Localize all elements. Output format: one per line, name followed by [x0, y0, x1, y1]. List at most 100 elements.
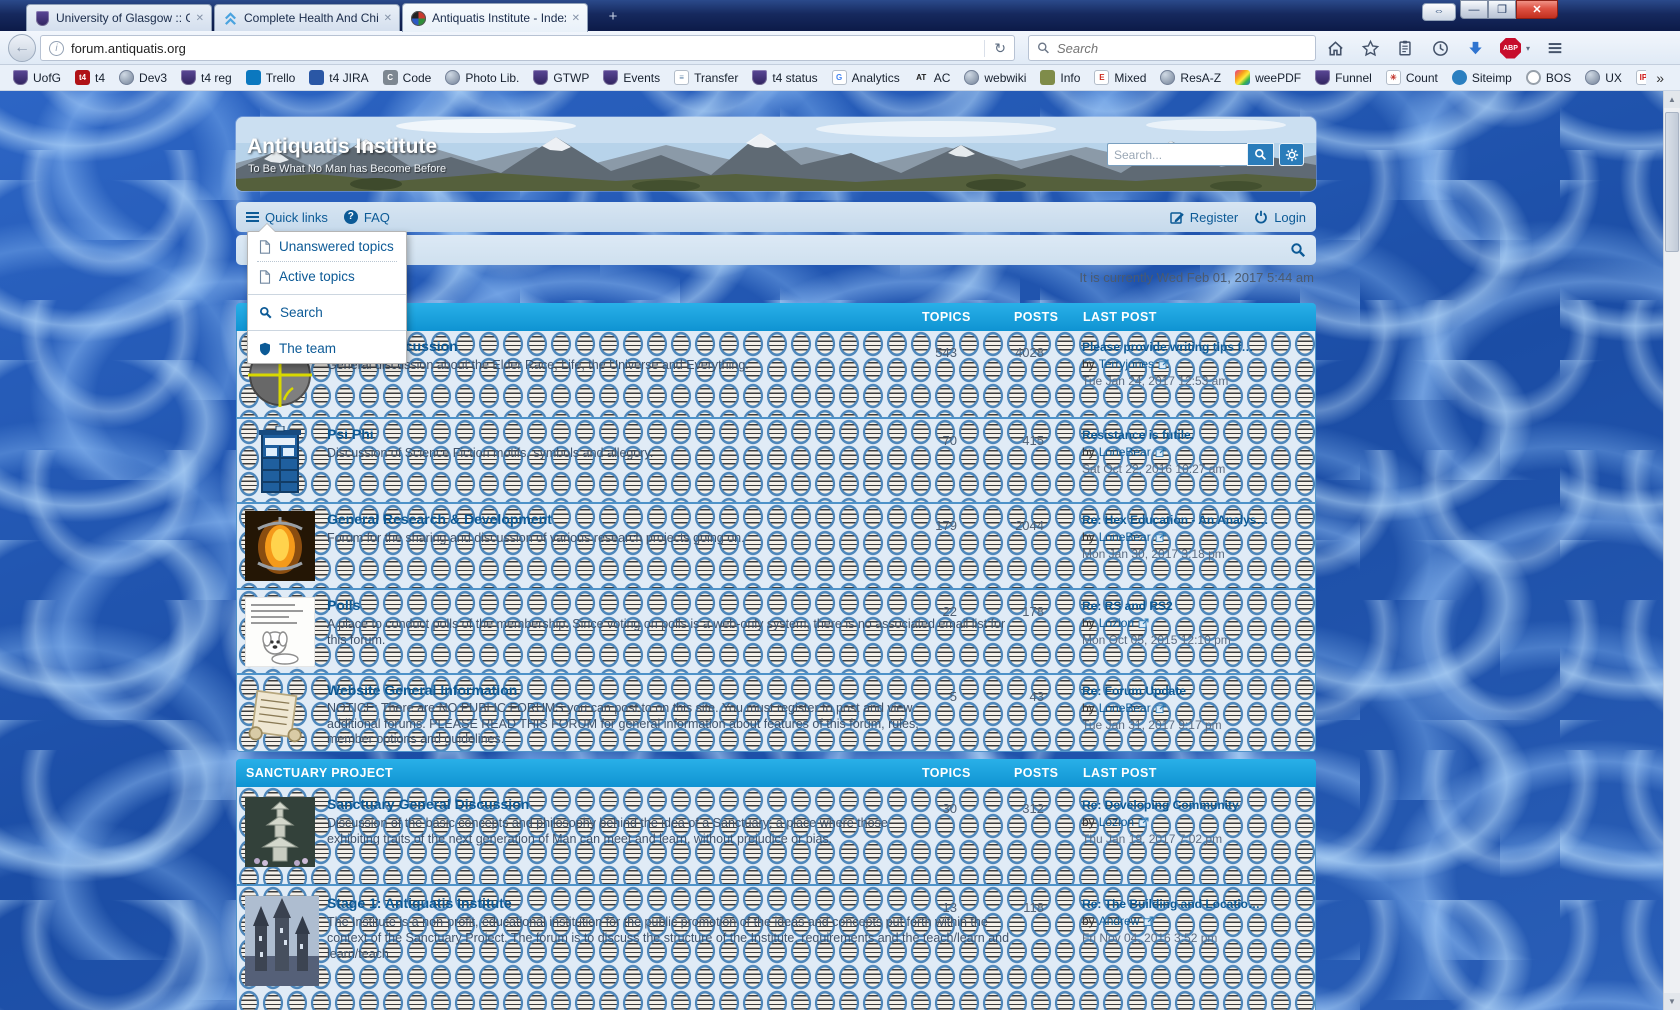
lastpost-user-link[interactable]: LoneBear [1099, 444, 1151, 461]
bookmarks-overflow-chevron[interactable]: » [1646, 70, 1674, 86]
goto-last-post-icon[interactable] [1138, 618, 1149, 629]
dropdown-the-team[interactable]: The team [248, 334, 406, 363]
power-icon [1254, 210, 1268, 224]
dropdown-search[interactable]: Search [248, 298, 406, 327]
bookmark-item[interactable]: ≡ Transfer [667, 70, 745, 85]
goto-last-post-icon[interactable] [1143, 916, 1154, 927]
tab-complete-health[interactable]: Complete Health And Chir... ✕ [214, 4, 400, 31]
scrollbar-thumb[interactable] [1665, 112, 1679, 252]
bookmark-item[interactable]: Events [596, 70, 667, 85]
goto-last-post-icon[interactable] [1155, 532, 1166, 543]
bookmark-star-icon[interactable] [1360, 38, 1380, 58]
page-scrollbar[interactable]: ▲ ▼ [1663, 91, 1680, 1010]
lastpost-title-link[interactable]: Re: Forum Update [1082, 683, 1304, 700]
bookmark-item[interactable]: t4 t4 [68, 70, 112, 85]
restore-button[interactable]: ❐ [1488, 0, 1516, 19]
minimize-button[interactable]: — [1460, 0, 1488, 19]
site-info-icon[interactable]: i [49, 41, 64, 56]
goto-last-post-icon[interactable] [1155, 447, 1166, 458]
back-button[interactable]: ← [8, 34, 36, 62]
goto-last-post-icon[interactable] [1155, 703, 1166, 714]
forum-title-link[interactable]: Sanctuary General Discussion [327, 796, 927, 812]
castle-icon[interactable] [245, 896, 319, 986]
adblock-caret-icon[interactable]: ▾ [1526, 44, 1530, 53]
comic-dog-icon[interactable] [245, 597, 315, 667]
bookmark-item[interactable]: Funnel [1308, 70, 1379, 85]
bookmark-item[interactable]: C Code [376, 70, 439, 85]
download-icon[interactable] [1465, 38, 1485, 58]
forum-title-link[interactable]: Website General Information [327, 682, 947, 698]
quick-links-button[interactable]: Quick links [246, 210, 328, 225]
bookmark-item[interactable]: t4 JIRA [302, 70, 375, 85]
bookmark-item[interactable]: t4 reg [174, 70, 239, 85]
bookmark-item[interactable]: E Mixed [1087, 70, 1153, 85]
history-clock-icon[interactable] [1430, 38, 1450, 58]
scroll-icon[interactable] [245, 682, 307, 744]
new-tab-button[interactable]: + [600, 8, 626, 27]
url-text[interactable]: forum.antiquatis.org [71, 41, 977, 56]
lastpost-title-link[interactable]: Re: The Building and Locatio… [1082, 896, 1304, 913]
lamp-icon[interactable] [245, 511, 315, 581]
bookmark-item[interactable]: G Analytics [825, 70, 907, 85]
reload-icon[interactable]: ↻ [984, 40, 1006, 57]
forum-search-button[interactable] [1247, 143, 1274, 166]
forum-nav-bar: Quick links ? FAQ Register Login [236, 202, 1316, 232]
register-link[interactable]: Register [1170, 210, 1238, 225]
login-link[interactable]: Login [1254, 210, 1306, 225]
home-icon[interactable] [1325, 38, 1345, 58]
bookmark-item[interactable]: Dev3 [112, 70, 174, 85]
lastpost-user-link[interactable]: Lozion [1099, 615, 1134, 632]
lastpost-user-link[interactable]: Andrew [1099, 913, 1140, 930]
forum-search-input[interactable] [1107, 143, 1247, 166]
bookmark-item[interactable]: ResA-Z [1153, 70, 1228, 85]
browser-search-input[interactable] [1057, 41, 1307, 56]
bookmark-item[interactable]: Trello [239, 70, 303, 85]
url-bar[interactable]: i forum.antiquatis.org ↻ [40, 35, 1015, 61]
adblock-icon[interactable]: ABP [1500, 38, 1521, 59]
bookmark-item[interactable]: webwiki [957, 70, 1033, 85]
lastpost-title-link[interactable]: Re: Developing Community [1082, 797, 1304, 814]
bookmark-item[interactable]: weePDF [1228, 70, 1308, 85]
menu-hamburger-icon[interactable] [1545, 38, 1565, 58]
bookmark-item[interactable]: ✳ Count [1379, 70, 1445, 85]
bookmark-item[interactable]: UX [1578, 70, 1629, 85]
bookmark-item[interactable]: Siteimp [1445, 70, 1519, 85]
scroll-down-arrow[interactable]: ▼ [1664, 993, 1680, 1010]
bookmark-item[interactable]: t4 status [745, 70, 824, 85]
bookmark-item[interactable]: UofG [6, 70, 68, 85]
bookmarks-menu-icon[interactable] [1395, 38, 1415, 58]
browser-search-bar[interactable] [1028, 35, 1316, 61]
forum-row-website-info: Website General Information NOTICE: Ther… [237, 673, 1315, 751]
scroll-up-arrow[interactable]: ▲ [1664, 91, 1680, 108]
bookmark-item[interactable]: GTWP [526, 70, 596, 85]
tardis-icon[interactable] [245, 426, 315, 496]
tab-close-icon[interactable]: ✕ [196, 13, 204, 24]
session-restore-button[interactable]: ⇔ [1422, 3, 1456, 21]
search-icon[interactable] [1290, 242, 1306, 258]
lastpost-user-link[interactable]: Lozion [1099, 814, 1134, 831]
lastpost-user-link[interactable]: Terryjones [1099, 356, 1154, 373]
tab-antiquatis-institute[interactable]: Antiquatis Institute - Index ... ✕ [402, 3, 588, 32]
bookmark-item[interactable]: BOS [1519, 70, 1578, 85]
bookmark-item[interactable]: Info [1033, 70, 1087, 85]
tab-close-icon[interactable]: ✕ [384, 13, 392, 24]
bookmark-item[interactable]: Photo Lib. [438, 70, 526, 85]
dropdown-unanswered-topics[interactable]: Unanswered topics [248, 232, 406, 261]
bookmark-item[interactable]: AT AC [907, 70, 958, 85]
pagoda-icon[interactable] [245, 797, 315, 867]
lastpost-title-link[interactable]: Resistance is futile. [1082, 427, 1304, 444]
close-button[interactable]: ✕ [1516, 0, 1558, 19]
bookmark-item[interactable]: IP tools [1629, 70, 1646, 85]
lastpost-title-link[interactable]: Re: Hex Education - An Analys… [1082, 512, 1304, 529]
dropdown-active-topics[interactable]: Active topics [248, 262, 406, 291]
goto-last-post-icon[interactable] [1138, 817, 1149, 828]
faq-link[interactable]: ? FAQ [344, 210, 390, 225]
lastpost-user-link[interactable]: LoneBear [1099, 700, 1151, 717]
goto-last-post-icon[interactable] [1158, 359, 1169, 370]
advanced-search-button[interactable] [1279, 143, 1304, 166]
lastpost-user-link[interactable]: LoneBear [1099, 529, 1151, 546]
tab-close-icon[interactable]: ✕ [572, 13, 580, 24]
lastpost-title-link[interactable]: Please provide writing tips f… [1082, 339, 1304, 356]
lastpost-title-link[interactable]: Re: RS and RS2 [1082, 598, 1304, 615]
tab-university-of-glasgow[interactable]: University of Glasgow :: Gla... ✕ [26, 4, 212, 31]
